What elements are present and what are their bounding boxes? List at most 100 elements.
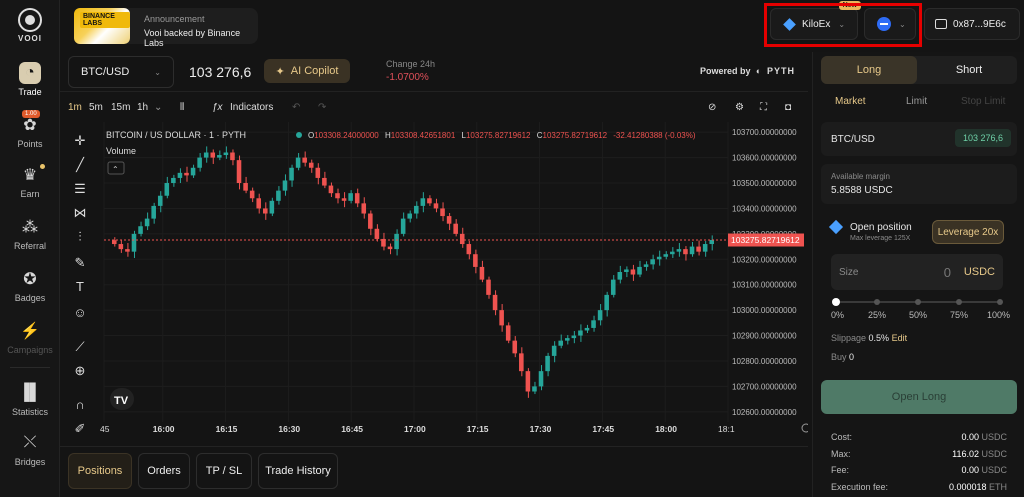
size-value: 0 [943,265,951,280]
indicators-icon[interactable]: ƒx [212,102,223,113]
candle-body [210,152,216,158]
buy-label: Buy [831,352,847,362]
candle-body [637,266,642,275]
indicators-button[interactable]: Indicators [230,102,273,113]
undo-icon[interactable]: ↶ [292,102,300,113]
screenshot-icon[interactable]: ◘ [785,102,791,113]
slippage-edit[interactable]: Edit [892,333,908,343]
slider-tick [915,299,921,305]
candle-body [407,213,412,219]
vooi-logo[interactable]: VOOI [14,8,46,43]
candle-type-icon[interactable]: ⫴ [180,102,184,113]
current-price-tag-text: 103275.82719612 [731,235,800,245]
text-icon[interactable]: T [71,278,89,296]
order-type-limit[interactable]: Limit [906,96,927,107]
y-tick-label: 103200.00000000 [732,255,797,264]
tab-positions[interactable]: Positions [68,453,132,489]
candle-body [164,183,170,196]
candle-body [269,200,275,214]
chart-title: BITCOIN / US DOLLAR · 1 · PYTH [106,130,246,140]
crosshair-icon[interactable]: ✛ [71,132,89,150]
nav-item-statistics[interactable]: ▐▌ Statistics [0,382,60,417]
pct-100[interactable]: 100% [987,310,1010,320]
chart-settings-icon[interactable] [801,423,808,433]
chart-area[interactable]: ✛ ╱ ☰ ⋈ ⫶ ✎ T ☺ ⟋ ⊕ ∩ ✐ 103700.00000000 1… [60,122,808,440]
nav-item-bridges[interactable]: ⤬ Bridges [0,432,60,467]
trend-line-icon[interactable]: ╱ [71,156,89,174]
timeframe-15m[interactable]: 15m [111,102,130,113]
campaigns-icon: ⚡ [20,323,40,340]
nav-item-earn[interactable]: ♛ Earn [0,164,60,199]
pair-header: BTC/USD ⌄ 103 276,6 ✦ AI Copilot Change … [60,52,808,92]
pct-75[interactable]: 75% [950,310,968,320]
pattern-icon[interactable]: ⋈ [71,204,89,222]
lock-draw-icon[interactable]: ✐ [71,420,89,438]
wallet-button[interactable]: 0x87...9E6c [924,8,1020,40]
short-tab[interactable]: Short [921,56,1017,84]
quick-search-icon[interactable]: ⊘ [708,102,716,113]
powered-by-text: Powered by [700,66,751,76]
open-position-title: Open position [850,222,912,233]
candle-body [565,338,570,341]
pair-box: BTC/USD 103 276,6 [821,122,1017,156]
open-long-button[interactable]: Open Long [821,380,1017,414]
pct-0[interactable]: 0% [831,310,844,320]
candle-body [144,218,150,227]
nav-item-campaigns[interactable]: ⚡ Campaigns [0,320,60,355]
binance-labs-logo: BINANCE LABS [80,12,130,28]
fullscreen-icon[interactable]: ⛶ [760,102,767,113]
ruler-icon[interactable]: ⟋ [71,338,89,356]
fee-label: Fee: [831,465,850,475]
x-tick-label: 16:00 [153,424,175,434]
x-axis: 45 16:00 16:15 16:30 16:45 17:00 17:15 17:30 17:… [100,424,735,434]
ai-copilot-button[interactable]: ✦ AI Copilot [264,59,350,83]
nav-item-points[interactable]: 1.00 ✿ Points [0,110,60,149]
settings-icon[interactable]: ⚙ [735,102,744,113]
timeframe-5m[interactable]: 5m [89,102,103,113]
nav-item-trade[interactable]: ◔ Trade [0,62,60,97]
slippage-row: Slippage 0.5% Edit [831,333,907,343]
fib-icon[interactable]: ☰ [71,180,89,198]
long-tab[interactable]: Long [821,56,917,84]
tab-orders[interactable]: Orders [138,453,190,489]
prediction-icon[interactable]: ⫶ [71,228,89,246]
candle-body [676,249,682,252]
emoji-icon[interactable]: ☺ [71,304,89,322]
size-input[interactable]: Size 0 USDC [831,254,1003,290]
size-slider[interactable] [832,298,1003,306]
candle-body [433,203,439,209]
leverage-button[interactable]: Leverage 20x [932,220,1004,244]
candle-body [131,233,137,252]
fee-value: 0.00 [961,465,979,475]
tab-tpsl[interactable]: TP / SL [196,453,252,489]
pct-25[interactable]: 25% [868,310,886,320]
candle-body [387,246,393,250]
wallet-icon [935,19,947,29]
brush-icon[interactable]: ✎ [71,254,89,272]
tab-trade-history[interactable]: Trade History [258,453,338,489]
redo-icon[interactable]: ↷ [318,102,326,113]
nav-item-badges[interactable]: ✪ Badges [0,268,60,303]
candle-body [571,335,577,339]
price-chart[interactable]: 103700.00000000 103600.00000000 103500.000… [100,122,808,440]
candle-body [289,167,294,181]
zoom-icon[interactable]: ⊕ [71,362,89,380]
ai-copilot-label: AI Copilot [290,65,339,77]
pct-50[interactable]: 50% [909,310,927,320]
fee-unit: USDC [981,449,1007,459]
order-type-stop-limit[interactable]: Stop Limit [961,96,1005,107]
slider-knob[interactable] [832,298,840,306]
nav-item-referral[interactable]: ⁂ Referral [0,216,60,251]
magnet-icon[interactable]: ∩ [71,396,89,414]
announcement-card[interactable]: BINANCE LABS Announcement Vooi backed by… [74,8,258,48]
timeframe-1h[interactable]: 1h [137,102,148,113]
y-tick-label: 103400.00000000 [732,204,797,213]
candle-body [171,177,176,184]
candle-body [597,310,603,321]
timeframe-1m[interactable]: 1m [68,102,82,113]
chevron-down-icon[interactable]: ⌄ [154,102,162,113]
pair-selector[interactable]: BTC/USD ⌄ [68,56,174,88]
candle-body [604,294,609,311]
ohlc-readout: O103308.24000000 H103308.42651801 L10327… [308,131,696,140]
order-type-market[interactable]: Market [835,96,866,107]
